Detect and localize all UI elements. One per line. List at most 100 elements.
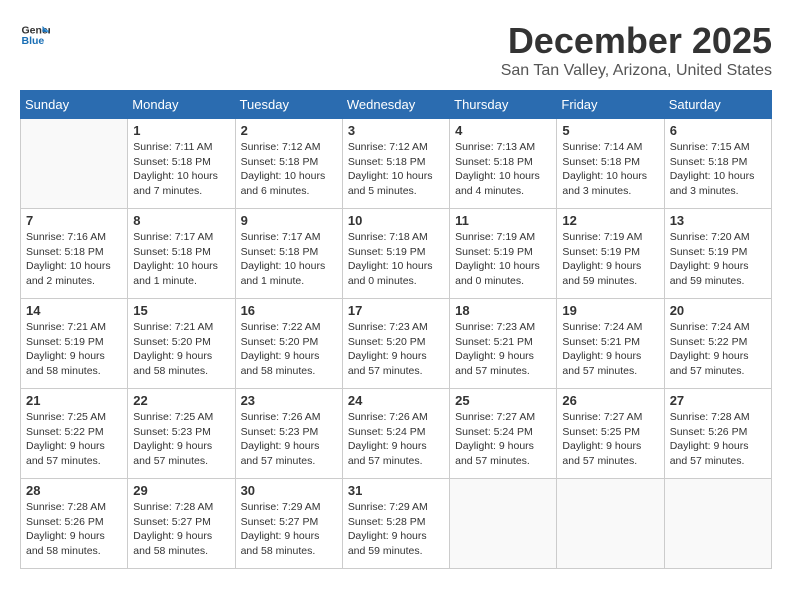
header-saturday: Saturday <box>664 91 771 119</box>
day-info: Sunrise: 7:17 AM Sunset: 5:18 PM Dayligh… <box>241 230 337 289</box>
day-number: 14 <box>26 303 122 318</box>
calendar-cell <box>664 479 771 569</box>
day-number: 30 <box>241 483 337 498</box>
calendar-header-row: SundayMondayTuesdayWednesdayThursdayFrid… <box>21 91 772 119</box>
calendar-cell: 23Sunrise: 7:26 AM Sunset: 5:23 PM Dayli… <box>235 389 342 479</box>
day-number: 16 <box>241 303 337 318</box>
day-number: 21 <box>26 393 122 408</box>
day-info: Sunrise: 7:14 AM Sunset: 5:18 PM Dayligh… <box>562 140 658 199</box>
day-info: Sunrise: 7:29 AM Sunset: 5:28 PM Dayligh… <box>348 500 444 559</box>
calendar-cell: 30 Sunrise: 7:29 AM Sunset: 5:27 PM Dayli… <box>235 479 342 569</box>
calendar-cell: 26 Sunrise: 7:27 AM Sunset: 5:25 PM Dayli… <box>557 389 664 479</box>
header-friday: Friday <box>557 91 664 119</box>
day-info: Sunrise: 7:16 AM Sunset: 5:18 PM Dayligh… <box>26 230 122 289</box>
day-info: Sunrise: 7:22 AM Sunset: 5:20 PM Dayligh… <box>241 320 337 379</box>
day-number: 28 <box>26 483 122 498</box>
day-info: Sunrise: 7:18 AM Sunset: 5:19 PM Dayligh… <box>348 230 444 289</box>
calendar-cell: 24 Sunrise: 7:26 AM Sunset: 5:24 PM Dayli… <box>342 389 449 479</box>
calendar-cell: 31 Sunrise: 7:29 AM Sunset: 5:28 PM Dayli… <box>342 479 449 569</box>
calendar-cell: 29 Sunrise: 7:28 AM Sunset: 5:27 PM Dayli… <box>128 479 235 569</box>
day-info: Sunrise: 7:12 AM Sunset: 5:18 PM Dayligh… <box>241 140 337 199</box>
day-info: Sunrise: 7:25 AM Sunset: 5:22 PM Dayligh… <box>26 410 122 469</box>
day-number: 3 <box>348 123 444 138</box>
day-info: Sunrise: 7:21 AM Sunset: 5:20 PM Dayligh… <box>133 320 229 379</box>
day-number: 7 <box>26 213 122 228</box>
calendar-cell: 4Sunrise: 7:13 AM Sunset: 5:18 PM Daylig… <box>450 119 557 209</box>
calendar-week-4: 28 Sunrise: 7:28 AM Sunset: 5:26 PM Dayli… <box>21 479 772 569</box>
day-number: 2 <box>241 123 337 138</box>
day-number: 31 <box>348 483 444 498</box>
day-number: 24 <box>348 393 444 408</box>
day-number: 15 <box>133 303 229 318</box>
day-info: Sunrise: 7:29 AM Sunset: 5:27 PM Dayligh… <box>241 500 337 559</box>
calendar-cell: 3Sunrise: 7:12 AM Sunset: 5:18 PM Daylig… <box>342 119 449 209</box>
day-info: Sunrise: 7:28 AM Sunset: 5:27 PM Dayligh… <box>133 500 229 559</box>
calendar-cell: 19 Sunrise: 7:24 AM Sunset: 5:21 PM Dayli… <box>557 299 664 389</box>
day-number: 20 <box>670 303 766 318</box>
day-number: 29 <box>133 483 229 498</box>
calendar-cell: 15 Sunrise: 7:21 AM Sunset: 5:20 PM Dayli… <box>128 299 235 389</box>
day-info: Sunrise: 7:26 AM Sunset: 5:24 PM Dayligh… <box>348 410 444 469</box>
calendar-cell: 13 Sunrise: 7:20 AM Sunset: 5:19 PM Dayli… <box>664 209 771 299</box>
day-info: Sunrise: 7:19 AM Sunset: 5:19 PM Dayligh… <box>562 230 658 289</box>
calendar-cell: 20 Sunrise: 7:24 AM Sunset: 5:22 PM Dayli… <box>664 299 771 389</box>
day-info: Sunrise: 7:20 AM Sunset: 5:19 PM Dayligh… <box>670 230 766 289</box>
day-info: Sunrise: 7:27 AM Sunset: 5:24 PM Dayligh… <box>455 410 551 469</box>
day-info: Sunrise: 7:25 AM Sunset: 5:23 PM Dayligh… <box>133 410 229 469</box>
calendar-table: SundayMondayTuesdayWednesdayThursdayFrid… <box>20 90 772 569</box>
calendar-cell: 1 Sunrise: 7:11 AM Sunset: 5:18 PM Daylig… <box>128 119 235 209</box>
calendar-week-0: 1 Sunrise: 7:11 AM Sunset: 5:18 PM Daylig… <box>21 119 772 209</box>
day-number: 17 <box>348 303 444 318</box>
calendar-cell: 16 Sunrise: 7:22 AM Sunset: 5:20 PM Dayli… <box>235 299 342 389</box>
day-number: 4 <box>455 123 551 138</box>
calendar-week-2: 14 Sunrise: 7:21 AM Sunset: 5:19 PM Dayli… <box>21 299 772 389</box>
month-title: December 2025 <box>501 20 772 62</box>
location-subtitle: San Tan Valley, Arizona, United States <box>501 62 772 80</box>
header-thursday: Thursday <box>450 91 557 119</box>
day-info: Sunrise: 7:11 AM Sunset: 5:18 PM Dayligh… <box>133 140 229 199</box>
day-info: Sunrise: 7:19 AM Sunset: 5:19 PM Dayligh… <box>455 230 551 289</box>
calendar-week-1: 7 Sunrise: 7:16 AM Sunset: 5:18 PM Daylig… <box>21 209 772 299</box>
header-sunday: Sunday <box>21 91 128 119</box>
calendar-cell: 14 Sunrise: 7:21 AM Sunset: 5:19 PM Dayli… <box>21 299 128 389</box>
day-number: 13 <box>670 213 766 228</box>
day-info: Sunrise: 7:23 AM Sunset: 5:21 PM Dayligh… <box>455 320 551 379</box>
calendar-cell: 27 Sunrise: 7:28 AM Sunset: 5:26 PM Dayli… <box>664 389 771 479</box>
day-number: 10 <box>348 213 444 228</box>
day-number: 1 <box>133 123 229 138</box>
calendar-cell: 11 Sunrise: 7:19 AM Sunset: 5:19 PM Dayli… <box>450 209 557 299</box>
day-number: 25 <box>455 393 551 408</box>
day-info: Sunrise: 7:23 AM Sunset: 5:20 PM Dayligh… <box>348 320 444 379</box>
calendar-cell <box>557 479 664 569</box>
header-monday: Monday <box>128 91 235 119</box>
day-number: 27 <box>670 393 766 408</box>
calendar-cell: 28 Sunrise: 7:28 AM Sunset: 5:26 PM Dayli… <box>21 479 128 569</box>
day-info: Sunrise: 7:28 AM Sunset: 5:26 PM Dayligh… <box>26 500 122 559</box>
calendar-cell: 17 Sunrise: 7:23 AM Sunset: 5:20 PM Dayli… <box>342 299 449 389</box>
day-info: Sunrise: 7:24 AM Sunset: 5:22 PM Dayligh… <box>670 320 766 379</box>
page-header: General Blue December 2025 San Tan Valle… <box>20 20 772 80</box>
header-wednesday: Wednesday <box>342 91 449 119</box>
day-number: 12 <box>562 213 658 228</box>
day-number: 18 <box>455 303 551 318</box>
day-number: 9 <box>241 213 337 228</box>
day-info: Sunrise: 7:27 AM Sunset: 5:25 PM Dayligh… <box>562 410 658 469</box>
logo: General Blue <box>20 20 50 50</box>
day-info: Sunrise: 7:21 AM Sunset: 5:19 PM Dayligh… <box>26 320 122 379</box>
day-info: Sunrise: 7:28 AM Sunset: 5:26 PM Dayligh… <box>670 410 766 469</box>
day-number: 6 <box>670 123 766 138</box>
calendar-cell: 22Sunrise: 7:25 AM Sunset: 5:23 PM Dayli… <box>128 389 235 479</box>
day-number: 11 <box>455 213 551 228</box>
logo-icon: General Blue <box>20 20 50 50</box>
day-number: 8 <box>133 213 229 228</box>
day-info: Sunrise: 7:15 AM Sunset: 5:18 PM Dayligh… <box>670 140 766 199</box>
calendar-cell: 21 Sunrise: 7:25 AM Sunset: 5:22 PM Dayli… <box>21 389 128 479</box>
day-info: Sunrise: 7:17 AM Sunset: 5:18 PM Dayligh… <box>133 230 229 289</box>
header-tuesday: Tuesday <box>235 91 342 119</box>
day-info: Sunrise: 7:24 AM Sunset: 5:21 PM Dayligh… <box>562 320 658 379</box>
day-number: 26 <box>562 393 658 408</box>
day-number: 5 <box>562 123 658 138</box>
calendar-cell <box>450 479 557 569</box>
day-number: 19 <box>562 303 658 318</box>
calendar-cell: 10 Sunrise: 7:18 AM Sunset: 5:19 PM Dayli… <box>342 209 449 299</box>
